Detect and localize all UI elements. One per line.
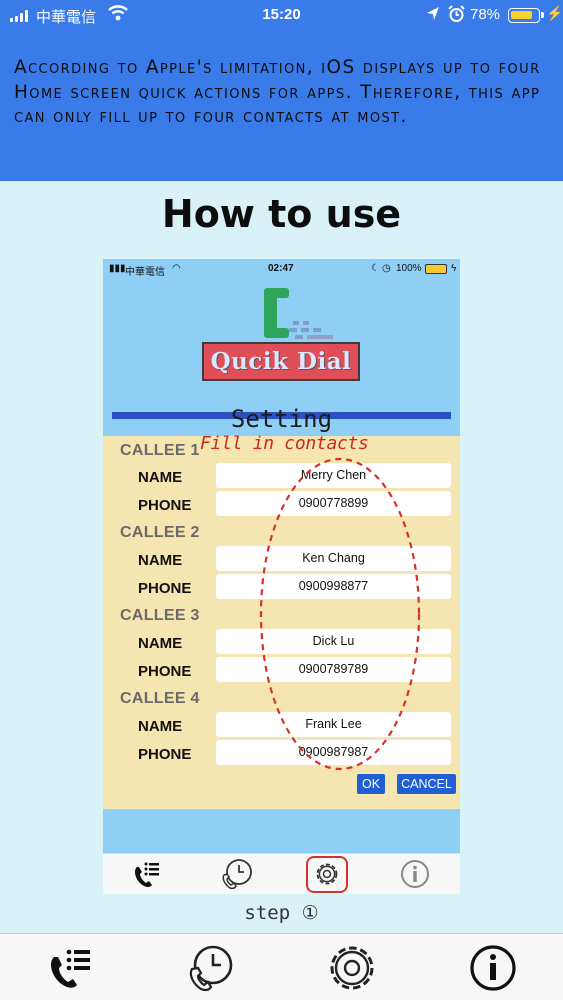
history-phone-icon[interactable] [217, 857, 257, 891]
callee-3-title: CALLEE 3 [120, 607, 200, 624]
settings-gear-icon[interactable] [325, 942, 379, 994]
charging-bolt-icon: ⚡ [546, 5, 563, 21]
inner-battery-icon [425, 264, 447, 274]
inner-moon-icon: ☾ [371, 263, 380, 274]
callee-2-name-label: NAME [138, 552, 183, 569]
callee-1-title: CALLEE 1 [120, 442, 200, 459]
app-logo-wordmark: Qucik Dial [202, 342, 360, 381]
inner-bolt-icon: ϟ [451, 263, 457, 274]
callee-4-title: CALLEE 4 [120, 690, 200, 707]
history-phone-icon[interactable] [183, 942, 237, 994]
callee-3-name-label: NAME [138, 635, 183, 652]
callee-1-phone-label: PHONE [138, 497, 192, 514]
callee-3-phone-label: PHONE [138, 663, 192, 680]
settings-gear-icon[interactable] [307, 857, 347, 891]
inner-tab-bar [103, 853, 460, 894]
inner-wifi-icon: ◠ [172, 263, 181, 274]
tutorial-screenshot: ▮▮▮ 中華電信 ◠ 02:47 ☾ ◷ 100% ϟ Qucik Dial S… [103, 259, 460, 894]
contacts-list-icon[interactable] [42, 942, 96, 994]
inner-signal-icon: ▮▮▮ [109, 263, 126, 274]
alarm-clock-icon [448, 5, 465, 22]
inner-status-bar: ▮▮▮ 中華電信 ◠ 02:47 ☾ ◷ 100% ϟ [103, 259, 460, 279]
callee-1-name-label: NAME [138, 469, 183, 486]
banner-text: According to Apple's limitation, iOS dis… [14, 57, 541, 127]
contacts-list-icon[interactable] [128, 857, 168, 891]
page-title: How to use [161, 192, 402, 236]
setting-title: Setting [230, 405, 333, 433]
callee-4-name-label: NAME [138, 718, 183, 735]
status-bar: 中華電信 15:20 78% ⚡ [0, 0, 563, 31]
app-logo: Qucik Dial [103, 279, 460, 419]
location-arrow-icon [427, 7, 439, 20]
callee-4-phone-label: PHONE [138, 746, 192, 763]
battery-percent: 78% [470, 6, 501, 23]
inner-battery-percent: 100% [396, 263, 422, 274]
inner-carrier-name: 中華電信 [125, 267, 165, 278]
step-label: step ① [244, 902, 319, 924]
callee-2-title: CALLEE 2 [120, 524, 200, 541]
info-banner: According to Apple's limitation, iOS dis… [0, 31, 563, 181]
info-icon[interactable] [466, 942, 520, 994]
info-icon[interactable] [395, 857, 435, 891]
screen: 中華電信 15:20 78% ⚡ According to Apple's li… [0, 0, 563, 1000]
callee-2-phone-label: PHONE [138, 580, 192, 597]
tab-bar [0, 933, 563, 1000]
battery-icon [508, 8, 540, 23]
highlight-oval [259, 457, 421, 771]
inner-clock: 02:47 [268, 263, 294, 274]
inner-alarm-icon: ◷ [382, 263, 391, 274]
